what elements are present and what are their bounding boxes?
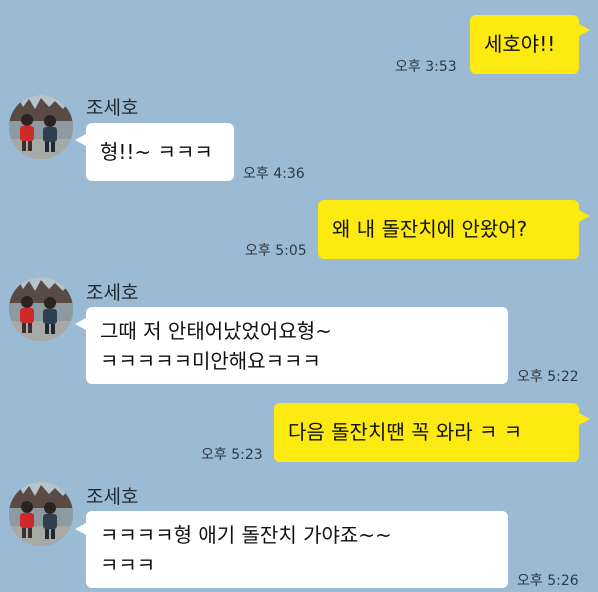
bubble-tail — [75, 523, 86, 535]
bubble-tail — [579, 24, 590, 36]
message-text-line: ㅋㅋㅋ — [100, 553, 156, 577]
incoming-message-bubble[interactable]: 형!!~ ㅋㅋㅋ — [86, 123, 234, 181]
message-time: 오후 3:53 — [395, 59, 457, 75]
avatar[interactable] — [9, 482, 73, 546]
profile-photo-two-children-icon — [9, 482, 73, 546]
message-text: 왜 내 돌잔치에 안왔어? — [332, 217, 528, 241]
message-text-line: 그때 저 안태어났었어요형~ — [100, 319, 332, 343]
message-time: 오후 5:26 — [517, 573, 579, 589]
bubble-tail — [579, 210, 590, 222]
incoming-message-bubble[interactable]: 그때 저 안태어났었어요형~ ㅋㅋㅋㅋㅋ미안해요ㅋㅋㅋ — [86, 307, 508, 384]
profile-photo-two-children-icon — [9, 95, 73, 159]
message-text: 형!!~ ㅋㅋㅋ — [100, 140, 213, 164]
incoming-message-bubble[interactable]: ㅋㅋㅋㅋ형 애기 돌잔치 가야죠~~ ㅋㅋㅋ — [86, 511, 508, 588]
chat-room: 세호야!! 오후 3:53 조세호 형!!~ ㅋㅋㅋ 오후 4:36 왜 내 돌… — [0, 0, 598, 592]
message-text: 다음 돌잔치땐 꼭 와라 ㅋ ㅋ — [288, 420, 523, 444]
bubble-tail — [75, 318, 86, 330]
outgoing-message-bubble[interactable]: 왜 내 돌잔치에 안왔어? — [318, 200, 579, 259]
message-text-line: ㅋㅋㅋㅋㅋ미안해요ㅋㅋㅋ — [100, 349, 321, 373]
message-text: 세호야!! — [484, 32, 556, 56]
sender-name: 조세호 — [86, 486, 139, 508]
avatar[interactable] — [9, 277, 73, 341]
sender-name: 조세호 — [86, 282, 139, 304]
profile-photo-two-children-icon — [9, 277, 73, 341]
message-time: 오후 4:36 — [243, 166, 305, 182]
message-time: 오후 5:23 — [201, 447, 263, 463]
sender-name: 조세호 — [86, 97, 139, 119]
message-time: 오후 5:22 — [517, 369, 579, 385]
outgoing-message-bubble[interactable]: 다음 돌잔치땐 꼭 와라 ㅋ ㅋ — [274, 403, 579, 462]
avatar[interactable] — [9, 95, 73, 159]
bubble-tail — [75, 134, 86, 146]
message-text-line: ㅋㅋㅋㅋ형 애기 돌잔치 가야죠~~ — [100, 523, 392, 547]
outgoing-message-bubble[interactable]: 세호야!! — [470, 15, 579, 74]
bubble-tail — [579, 413, 590, 425]
message-time: 오후 5:05 — [245, 243, 307, 259]
